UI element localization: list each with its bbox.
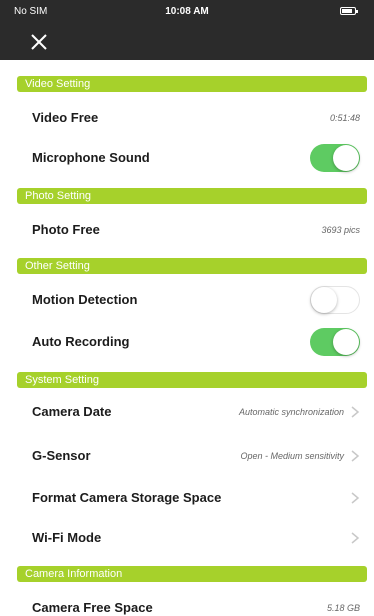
- row-microphone-sound: Microphone Sound: [0, 138, 374, 178]
- photo-free-value: 3693 pics: [321, 225, 360, 235]
- close-icon: [31, 34, 47, 50]
- video-free-label: Video Free: [32, 110, 99, 125]
- microphone-sound-toggle[interactable]: [310, 144, 360, 172]
- camera-free-space-label: Camera Free Space: [32, 600, 153, 615]
- row-camera-free-space: Camera Free Space 5.18 GB: [0, 588, 374, 616]
- format-storage-label: Format Camera Storage Space: [32, 490, 222, 505]
- wifi-mode-label: Wi-Fi Mode: [32, 530, 102, 545]
- section-header-video: Video Setting: [17, 76, 367, 92]
- row-g-sensor[interactable]: G-Sensor Open - Medium sensitivity: [0, 436, 374, 476]
- row-video-free: Video Free 0:51:48: [0, 98, 374, 138]
- section-header-camera-info: Camera Information: [17, 566, 367, 582]
- chevron-right-icon: [351, 532, 360, 544]
- clock: 10:08 AM: [165, 6, 209, 17]
- row-camera-date[interactable]: Camera Date Automatic synchronization: [0, 392, 374, 432]
- battery-icon: [340, 7, 358, 15]
- g-sensor-value: Open - Medium sensitivity: [240, 451, 344, 461]
- row-photo-free: Photo Free 3693 pics: [0, 210, 374, 250]
- auto-recording-toggle[interactable]: [310, 328, 360, 356]
- toggle-knob: [333, 145, 359, 171]
- section-header-photo: Photo Setting: [17, 188, 367, 204]
- video-free-value: 0:51:48: [329, 113, 360, 123]
- motion-detection-toggle[interactable]: [310, 286, 360, 314]
- section-header-system: System Setting: [17, 372, 367, 388]
- toggle-knob: [333, 329, 359, 355]
- section-header-other: Other Setting: [17, 258, 367, 274]
- row-auto-recording: Auto Recording: [0, 322, 374, 362]
- close-button[interactable]: [30, 33, 50, 53]
- camera-date-value: Automatic synchronization: [238, 407, 344, 417]
- toggle-knob: [311, 287, 337, 313]
- chevron-right-icon: [351, 406, 360, 418]
- g-sensor-label: G-Sensor: [32, 448, 91, 463]
- photo-free-label: Photo Free: [32, 222, 100, 237]
- microphone-sound-label: Microphone Sound: [32, 150, 150, 165]
- auto-recording-label: Auto Recording: [32, 334, 130, 349]
- camera-date-label: Camera Date: [32, 404, 112, 419]
- status-bar: No SIM 10:08 AM: [0, 0, 374, 60]
- motion-detection-label: Motion Detection: [32, 292, 138, 307]
- camera-free-space-value: 5.18 GB: [326, 603, 360, 613]
- row-wifi-mode[interactable]: Wi-Fi Mode: [0, 518, 374, 558]
- row-format-storage[interactable]: Format Camera Storage Space: [0, 478, 374, 518]
- chevron-right-icon: [351, 450, 360, 462]
- chevron-right-icon: [351, 492, 360, 504]
- row-motion-detection: Motion Detection: [0, 280, 374, 320]
